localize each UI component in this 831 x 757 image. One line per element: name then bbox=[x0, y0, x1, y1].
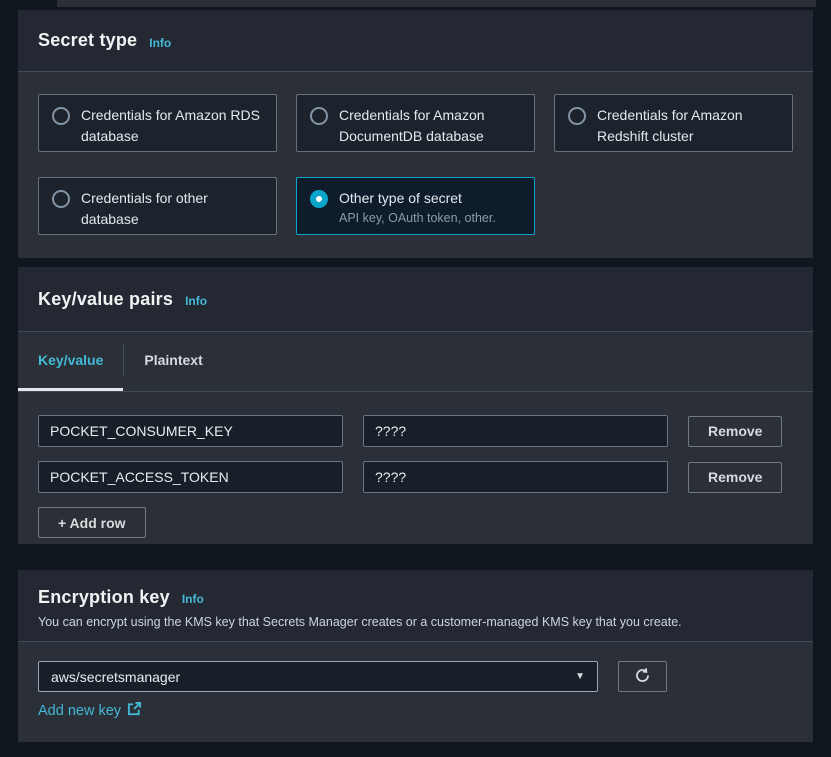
add-new-key-label: Add new key bbox=[38, 703, 121, 719]
radio-card-label: Other type of secret bbox=[339, 190, 462, 206]
radio-card-other-secret[interactable]: Other type of secret API key, OAuth toke… bbox=[296, 177, 535, 235]
info-link[interactable]: Info bbox=[185, 294, 207, 308]
radio-card-redshift[interactable]: Credentials for Amazon Redshift cluster bbox=[554, 94, 793, 152]
radio-card-rds[interactable]: Credentials for Amazon RDS database bbox=[38, 94, 277, 152]
secret-type-options: Credentials for Amazon RDS database Cred… bbox=[18, 72, 813, 257]
add-row-button[interactable]: + Add row bbox=[38, 507, 146, 538]
keyvalue-row: Remove bbox=[38, 461, 793, 493]
encryption-description: You can encrypt using the KMS key that S… bbox=[38, 615, 793, 629]
keyvalue-body: Remove Remove + Add row bbox=[18, 392, 813, 538]
radio-selected-icon[interactable] bbox=[310, 190, 328, 208]
refresh-button[interactable] bbox=[618, 661, 667, 692]
keyvalue-header: Key/value pairs Info bbox=[18, 267, 813, 332]
tab-keyvalue[interactable]: Key/value bbox=[18, 332, 123, 391]
value-input-1[interactable] bbox=[363, 461, 668, 493]
remove-button-0[interactable]: Remove bbox=[688, 416, 782, 447]
external-link-icon bbox=[127, 701, 142, 720]
tab-plaintext[interactable]: Plaintext bbox=[124, 332, 222, 391]
add-new-key-link[interactable]: Add new key bbox=[38, 701, 142, 720]
secret-type-panel: Secret type Info Credentials for Amazon … bbox=[18, 10, 813, 258]
radio-card-label: Credentials for Amazon DocumentDB databa… bbox=[339, 105, 521, 147]
value-input-0[interactable] bbox=[363, 415, 668, 447]
kms-key-select[interactable]: aws/secretsmanager ▼ bbox=[38, 661, 598, 692]
radio-card-sublabel: API key, OAuth token, other. bbox=[339, 210, 496, 227]
chevron-down-icon: ▼ bbox=[575, 671, 585, 682]
panel-title: Key/value pairs bbox=[38, 289, 173, 310]
key-input-1[interactable] bbox=[38, 461, 343, 493]
secret-type-header: Secret type Info bbox=[18, 10, 813, 72]
radio-icon[interactable] bbox=[568, 107, 586, 125]
radio-card-label: Credentials for other database bbox=[81, 188, 263, 230]
encryption-body: aws/secretsmanager ▼ Add new key bbox=[18, 642, 813, 720]
radio-icon[interactable] bbox=[52, 190, 70, 208]
radio-card-label: Credentials for Amazon RDS database bbox=[81, 105, 263, 147]
key-input-0[interactable] bbox=[38, 415, 343, 447]
radio-card-other-database[interactable]: Credentials for other database bbox=[38, 177, 277, 235]
info-link[interactable]: Info bbox=[149, 36, 171, 50]
keyvalue-tabbar: Key/value Plaintext bbox=[18, 332, 813, 392]
radio-card-documentdb[interactable]: Credentials for Amazon DocumentDB databa… bbox=[296, 94, 535, 152]
encryption-header: Encryption key Info You can encrypt usin… bbox=[18, 570, 813, 642]
panel-title: Secret type bbox=[38, 30, 137, 51]
radio-icon[interactable] bbox=[52, 107, 70, 125]
keyvalue-row: Remove bbox=[38, 415, 793, 447]
kms-key-select-value: aws/secretsmanager bbox=[51, 669, 180, 685]
refresh-icon bbox=[634, 667, 651, 687]
partial-panel-edge-above bbox=[57, 0, 816, 7]
info-link[interactable]: Info bbox=[182, 592, 204, 606]
radio-icon[interactable] bbox=[310, 107, 328, 125]
remove-button-1[interactable]: Remove bbox=[688, 462, 782, 493]
radio-card-label: Credentials for Amazon Redshift cluster bbox=[597, 105, 779, 147]
panel-title: Encryption key bbox=[38, 587, 170, 608]
encryption-key-panel: Encryption key Info You can encrypt usin… bbox=[18, 570, 813, 742]
keyvalue-pairs-panel: Key/value pairs Info Key/value Plaintext… bbox=[18, 267, 813, 544]
